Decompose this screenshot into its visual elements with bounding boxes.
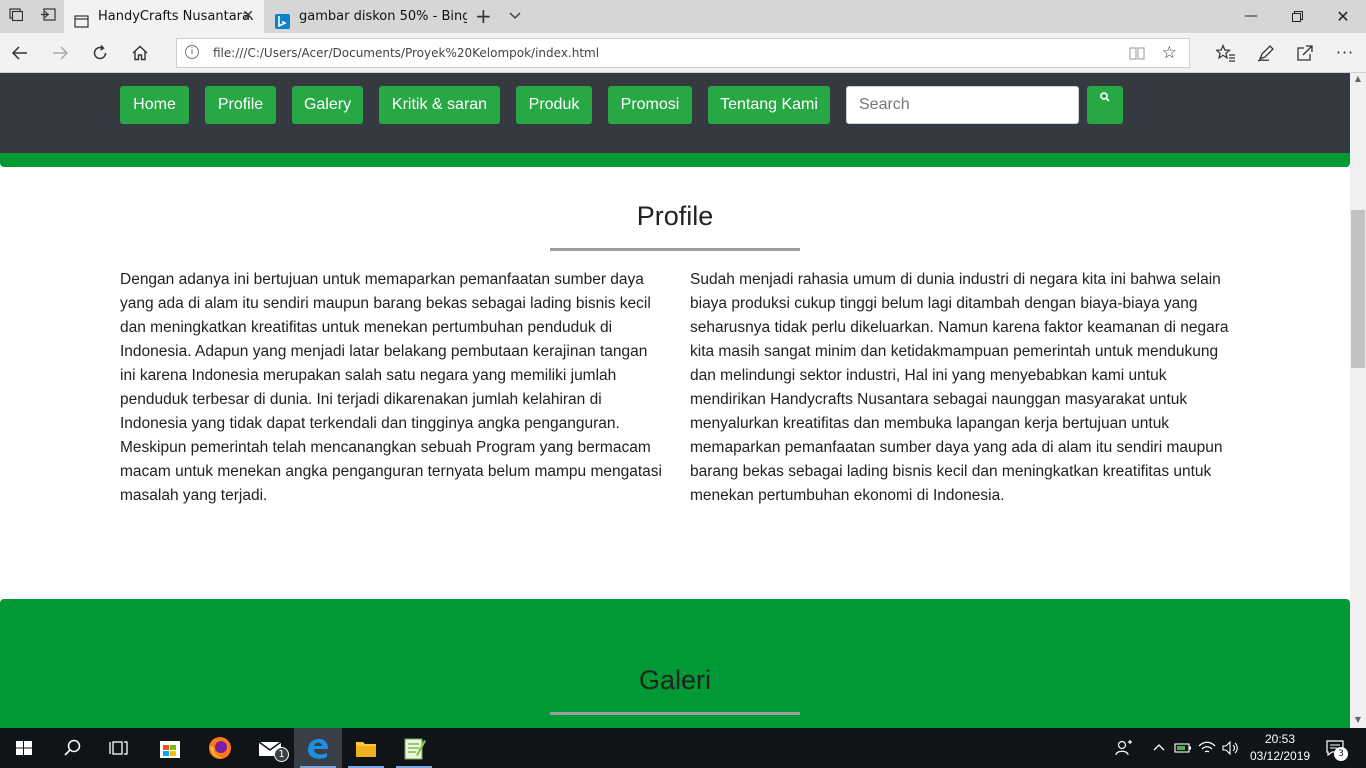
firefox-icon [209, 737, 231, 759]
page-scrollbar[interactable]: ▲ ▼ [1350, 73, 1366, 728]
task-view-button[interactable] [96, 728, 144, 768]
reading-view-icon[interactable] [1129, 45, 1145, 61]
clock-time: 20:53 [1264, 732, 1296, 746]
url-text[interactable]: file:///C:/Users/Acer/Documents/Proyek%2… [213, 39, 599, 67]
new-tab-icon[interactable]: + [475, 6, 492, 26]
firefox-app-button[interactable] [196, 728, 244, 768]
search-icon [64, 739, 81, 756]
mail-badge: 1 [274, 747, 289, 762]
mail-app-button[interactable]: 1 [246, 728, 294, 768]
tab-title: gambar diskon 50% - Bing i [299, 9, 467, 24]
tab-title: HandyCrafts Nusantara. [98, 9, 255, 24]
site-navbar: Home Profile Galery Kritik & saran Produ… [0, 73, 1350, 153]
tab-handycrafts[interactable]: HandyCrafts Nusantara. ✕ [64, 0, 264, 33]
favorites-list-icon[interactable] [1214, 41, 1238, 65]
restore-icon[interactable] [1274, 0, 1320, 33]
nav-tentang-kami[interactable]: Tentang Kami [708, 86, 830, 124]
page-viewport: Home Profile Galery Kritik & saran Produ… [0, 73, 1350, 728]
navbar-accent-stripe [0, 153, 1350, 167]
title-divider [550, 248, 800, 251]
profile-left-paragraph: Dengan adanya ini bertujuan untuk memapa… [120, 271, 662, 504]
search-icon [1100, 92, 1110, 102]
scroll-up-icon[interactable]: ▲ [1350, 73, 1366, 85]
chevron-up-icon[interactable] [1148, 728, 1170, 768]
page-icon [74, 9, 89, 28]
more-options-icon[interactable]: ··· [1333, 41, 1357, 65]
nav-produk[interactable]: Produk [516, 86, 592, 124]
bing-icon [275, 9, 290, 29]
tab-preview-icon[interactable] [8, 8, 24, 24]
browser-tab-bar: HandyCrafts Nusantara. ✕ gambar diskon 5… [0, 0, 1366, 33]
edge-app-button[interactable] [294, 728, 342, 768]
url-field[interactable]: i file:///C:/Users/Acer/Documents/Proyek… [176, 38, 1190, 68]
file-explorer-button[interactable] [342, 728, 390, 768]
pen-icon[interactable] [1254, 41, 1278, 65]
wifi-icon[interactable] [1196, 728, 1218, 768]
windows-taskbar: 1 20:53 03/12/2019 3 [0, 728, 1366, 768]
galeri-section: Galeri [0, 599, 1350, 728]
nav-galery[interactable]: Galery [292, 86, 363, 124]
home-icon[interactable] [128, 41, 152, 65]
share-icon[interactable] [1293, 41, 1317, 65]
store-icon [160, 741, 180, 758]
nav-promosi[interactable]: Promosi [608, 86, 692, 124]
search-button[interactable] [1087, 86, 1123, 124]
battery-icon[interactable] [1172, 728, 1194, 768]
scroll-down-icon[interactable]: ▼ [1350, 714, 1366, 726]
store-app-button[interactable] [146, 728, 194, 768]
action-center-icon[interactable]: 3 [1320, 728, 1350, 768]
nav-home[interactable]: Home [120, 86, 189, 124]
minimize-icon[interactable]: — [1228, 0, 1274, 33]
profile-title: Profile [636, 201, 714, 231]
start-button[interactable] [0, 728, 48, 768]
task-view-icon [109, 741, 128, 755]
close-window-icon[interactable]: ✕ [1320, 0, 1366, 33]
mail-icon [258, 741, 282, 756]
chevron-down-icon[interactable] [507, 8, 523, 24]
clock-date: 03/12/2019 [1250, 749, 1311, 763]
address-bar: i file:///C:/Users/Acer/Documents/Proyek… [0, 33, 1366, 73]
edge-icon [308, 738, 328, 759]
notification-badge: 3 [1334, 747, 1348, 761]
windows-logo-icon [16, 741, 32, 755]
galeri-title: Galeri [638, 665, 712, 695]
favorite-star-icon[interactable]: ☆ [1162, 43, 1177, 63]
nav-profile[interactable]: Profile [205, 86, 276, 124]
title-divider [550, 712, 800, 715]
folder-icon [356, 742, 376, 757]
notepad-icon [404, 738, 426, 760]
nav-kritik-saran[interactable]: Kritik & saran [379, 86, 500, 124]
tab-bing[interactable]: gambar diskon 50% - Bing i [265, 0, 467, 33]
notepadpp-app-button[interactable] [390, 728, 438, 768]
forward-arrow-icon[interactable] [48, 41, 72, 65]
search-taskbar-button[interactable] [48, 728, 96, 768]
scrollbar-thumb[interactable] [1351, 210, 1365, 368]
close-tab-icon[interactable]: ✕ [242, 0, 254, 33]
system-clock[interactable]: 20:53 03/12/2019 [1250, 731, 1310, 765]
set-tabs-aside-icon[interactable] [40, 8, 56, 24]
info-icon[interactable]: i [185, 45, 199, 59]
profile-right-paragraph: Sudah menjadi rahasia umum di dunia indu… [690, 271, 1229, 504]
back-arrow-icon[interactable] [8, 41, 32, 65]
refresh-icon[interactable] [88, 41, 112, 65]
volume-icon[interactable] [1220, 728, 1242, 768]
people-icon[interactable] [1110, 728, 1138, 768]
search-input[interactable] [846, 86, 1079, 124]
